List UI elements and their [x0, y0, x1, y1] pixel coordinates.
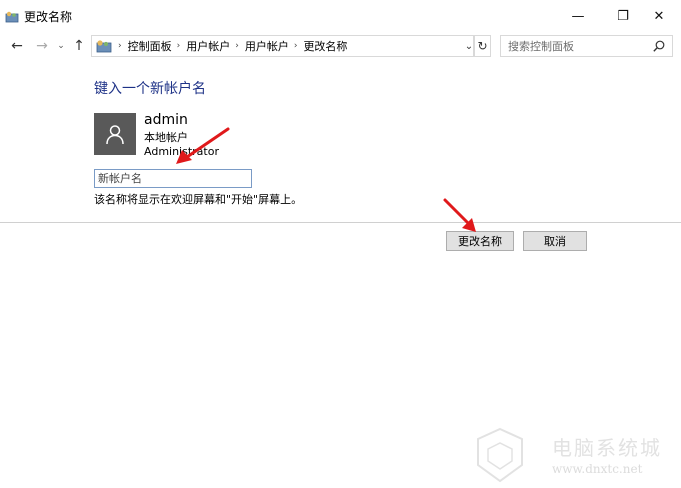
- window-title: 更改名称: [24, 10, 73, 24]
- minimize-button[interactable]: —: [555, 0, 601, 32]
- breadcrumb-user-accounts[interactable]: 用户帐户: [186, 38, 230, 54]
- breadcrumb-separator-icon: ›: [176, 41, 181, 51]
- search-icon[interactable]: [652, 39, 666, 53]
- forward-button[interactable]: →: [32, 34, 52, 58]
- up-arrow-icon: ↑: [73, 38, 85, 54]
- divider: [0, 222, 681, 223]
- forward-arrow-icon: →: [36, 38, 48, 54]
- user-name: admin: [144, 112, 188, 128]
- title-bar: 更改名称 — ❐ ✕: [0, 0, 681, 32]
- breadcrumb-control-panel[interactable]: 控制面板: [128, 38, 172, 54]
- back-button[interactable]: ←: [6, 34, 28, 58]
- restore-icon: ❐: [617, 8, 629, 24]
- breadcrumb-user-accounts-sub[interactable]: 用户帐户: [245, 38, 289, 54]
- watermark-text: 电脑系统城: [552, 436, 662, 460]
- breadcrumb-separator-icon: ›: [235, 41, 239, 51]
- hint-text: 该名称将显示在欢迎屏幕和"开始"屏幕上。: [94, 193, 303, 206]
- cancel-button[interactable]: 取消: [523, 231, 587, 251]
- breadcrumb-separator-icon: ›: [118, 41, 122, 51]
- refresh-button[interactable]: ↻: [474, 35, 491, 57]
- account-role: Administrator: [144, 145, 219, 158]
- control-panel-icon: [96, 40, 112, 53]
- address-bar[interactable]: › 控制面板 › 用户帐户 › 用户帐户 › 更改名称: [91, 35, 474, 57]
- navigation-bar: ← → ⌄ ↑ › 控制面板 › 用户帐户 › 用户帐户 › 更改名称 ⌄ ↻: [0, 34, 681, 58]
- chevron-down-icon: ⌄: [57, 41, 65, 51]
- watermark-logo-icon: [477, 427, 523, 483]
- recent-locations-button[interactable]: ⌄: [55, 34, 67, 58]
- close-icon: ✕: [653, 8, 665, 24]
- search-box[interactable]: [500, 35, 673, 57]
- page-heading: 键入一个新帐户名: [94, 81, 206, 97]
- breadcrumb-separator-icon: ›: [293, 41, 298, 51]
- new-account-name-input[interactable]: [94, 169, 252, 188]
- minimize-icon: —: [571, 8, 585, 24]
- control-panel-icon: [5, 11, 19, 23]
- avatar: [94, 113, 136, 155]
- watermark-url: www.dnxtc.net: [552, 462, 643, 476]
- up-button[interactable]: ↑: [69, 34, 89, 58]
- annotation-arrow-icon: [443, 198, 476, 232]
- search-input[interactable]: [501, 36, 651, 56]
- refresh-icon: ↻: [477, 39, 488, 53]
- back-arrow-icon: ←: [11, 38, 23, 54]
- breadcrumb-change-name[interactable]: 更改名称: [303, 38, 347, 54]
- user-icon: [106, 125, 124, 145]
- change-name-button[interactable]: 更改名称: [446, 231, 514, 251]
- chevron-down-icon: ⌄: [464, 40, 474, 52]
- close-button[interactable]: ✕: [636, 0, 681, 32]
- account-type: 本地帐户: [144, 131, 188, 144]
